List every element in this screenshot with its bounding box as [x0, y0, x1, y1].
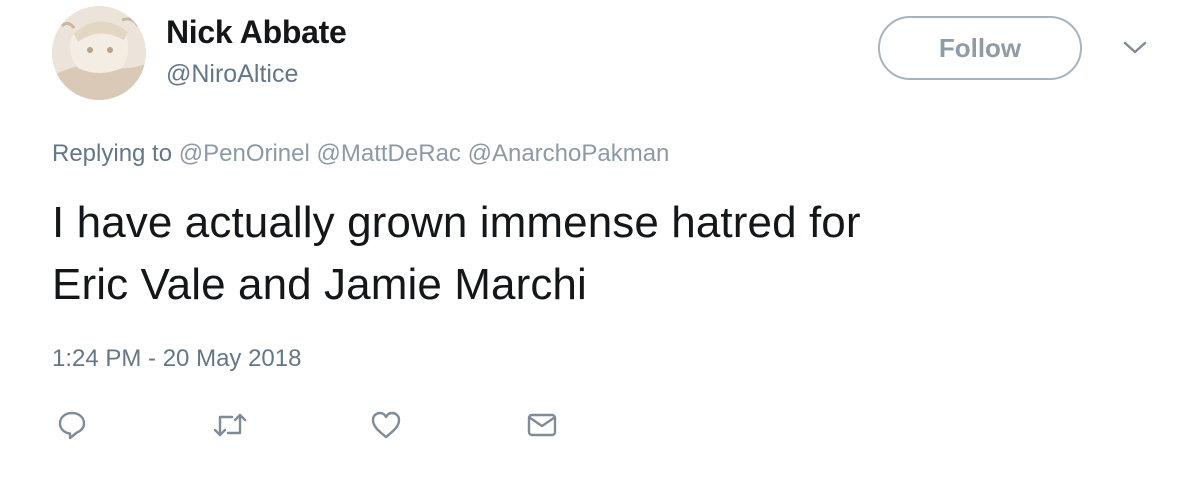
follow-button[interactable]: Follow [878, 16, 1082, 80]
mention-link[interactable]: @AnarchoPakman [468, 140, 670, 167]
avatar[interactable] [52, 6, 146, 100]
reply-icon [58, 411, 86, 440]
avatar-image [52, 6, 146, 100]
replying-to-line: Replying to @PenOrinel @MattDeRac @Anarc… [52, 140, 669, 168]
reply-button[interactable] [52, 405, 92, 445]
replying-to-label: Replying to [52, 140, 173, 167]
direct-message-button[interactable] [522, 405, 562, 445]
envelope-icon [527, 413, 557, 437]
heart-icon [371, 411, 401, 439]
like-button[interactable] [366, 405, 406, 445]
tweet-text: I have actually grown immense hatred for… [52, 192, 1152, 316]
retweet-icon [213, 413, 247, 437]
mention-link[interactable]: @PenOrinel [179, 140, 310, 167]
user-handle[interactable]: @NiroAltice [166, 60, 298, 89]
chevron-down-icon [1123, 41, 1147, 54]
display-name[interactable]: Nick Abbate [166, 14, 347, 51]
tweet-timestamp[interactable]: 1:24 PM - 20 May 2018 [52, 345, 301, 373]
more-options-button[interactable] [1118, 34, 1152, 62]
mention-link[interactable]: @MattDeRac [317, 140, 461, 167]
tweet-text-line: Eric Vale and Jamie Marchi [52, 260, 587, 309]
retweet-button[interactable] [210, 405, 250, 445]
tweet-text-line: I have actually grown immense hatred for [52, 198, 861, 247]
